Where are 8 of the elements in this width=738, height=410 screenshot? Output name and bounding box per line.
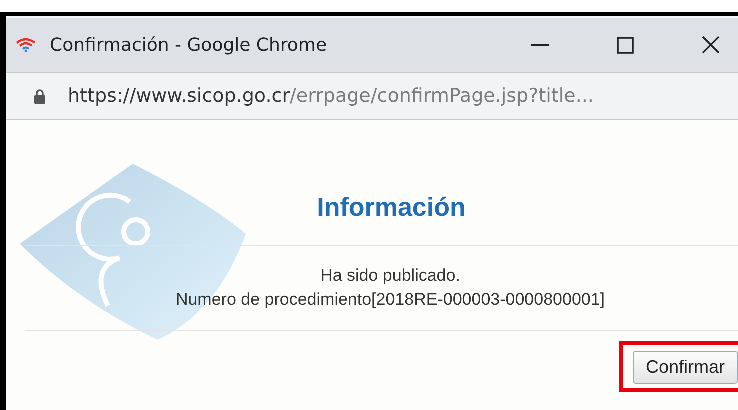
message-line: Numero de procedimiento[2018RE-000003-0000800001]	[174, 289, 606, 311]
wifi-icon	[16, 38, 36, 52]
confirm-button[interactable]: Confirmar	[632, 351, 738, 384]
message-line: Ha sido publicado.	[320, 265, 462, 287]
window-title: Confirmación - Google Chrome	[50, 34, 328, 56]
dialog-heading: Información	[316, 192, 467, 223]
close-icon[interactable]	[702, 36, 720, 54]
maximize-icon[interactable]	[617, 36, 634, 54]
